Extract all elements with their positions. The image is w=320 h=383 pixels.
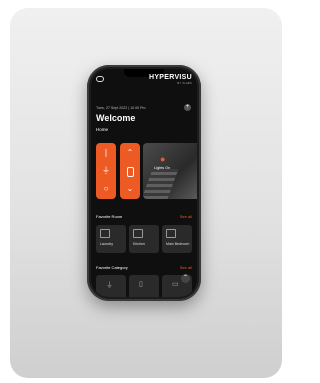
switch-icon[interactable]: ❘: [96, 149, 116, 157]
welcome-heading: Welcome: [96, 113, 136, 123]
room-label: Laundry: [100, 242, 113, 246]
stairs-image: [143, 169, 179, 199]
room-card-kitchen[interactable]: Kitchen: [129, 225, 159, 253]
brand-subtitle: BY XLABS: [177, 82, 192, 85]
room-label: Main Bedroom: [166, 242, 190, 246]
appliance-icon: ▭: [172, 281, 179, 288]
lamp-icon: ⏚: [106, 282, 113, 289]
curtain-icon: [127, 167, 134, 177]
room-card-laundry[interactable]: Laundry: [96, 225, 126, 253]
scene-card-lights-on[interactable]: ● Lights On: [143, 143, 197, 199]
brand-title: HYPERVISU: [148, 74, 192, 81]
curtain-control-column[interactable]: ⌃ ⌄: [120, 143, 140, 199]
light-control-column[interactable]: ❘ ⏚ ○: [96, 143, 116, 199]
kitchen-icon: [133, 229, 143, 238]
category-card-lamp[interactable]: ⏚: [96, 275, 126, 297]
favorite-category-title: Favorite Category: [96, 265, 128, 270]
lamp-icon[interactable]: ⏚: [96, 167, 116, 175]
favorite-room-title: Favorite Room: [96, 214, 123, 219]
category-card-thermo[interactable]: ▯: [129, 275, 159, 297]
bed-icon: [166, 229, 176, 238]
phone-screen: HYPERVISU BY XLABS Tues, 27 Sept 2022 | …: [91, 69, 197, 297]
scene-label: Lights On: [154, 166, 171, 170]
room-card-main-bedroom[interactable]: Main Bedroom: [162, 225, 192, 253]
chevron-up-icon[interactable]: ⌃: [120, 149, 140, 157]
favorite-category-see-all[interactable]: See all: [180, 265, 192, 270]
add-button[interactable]: +: [184, 104, 191, 111]
menu-icon[interactable]: [96, 76, 104, 82]
circle-icon[interactable]: ○: [96, 185, 116, 193]
chevron-down-icon[interactable]: ⌄: [120, 185, 140, 193]
washer-icon: [100, 229, 110, 238]
room-label: Kitchen: [133, 242, 145, 246]
home-label: Home: [96, 127, 109, 132]
thermometer-icon: ▯: [139, 281, 143, 288]
scroll-up-button[interactable]: ⌃: [181, 274, 190, 283]
date-time: Tues, 27 Sept 2022 | 10.00 Pm: [96, 106, 146, 110]
favorite-room-see-all[interactable]: See all: [180, 214, 192, 219]
bulb-icon: ●: [160, 154, 166, 164]
